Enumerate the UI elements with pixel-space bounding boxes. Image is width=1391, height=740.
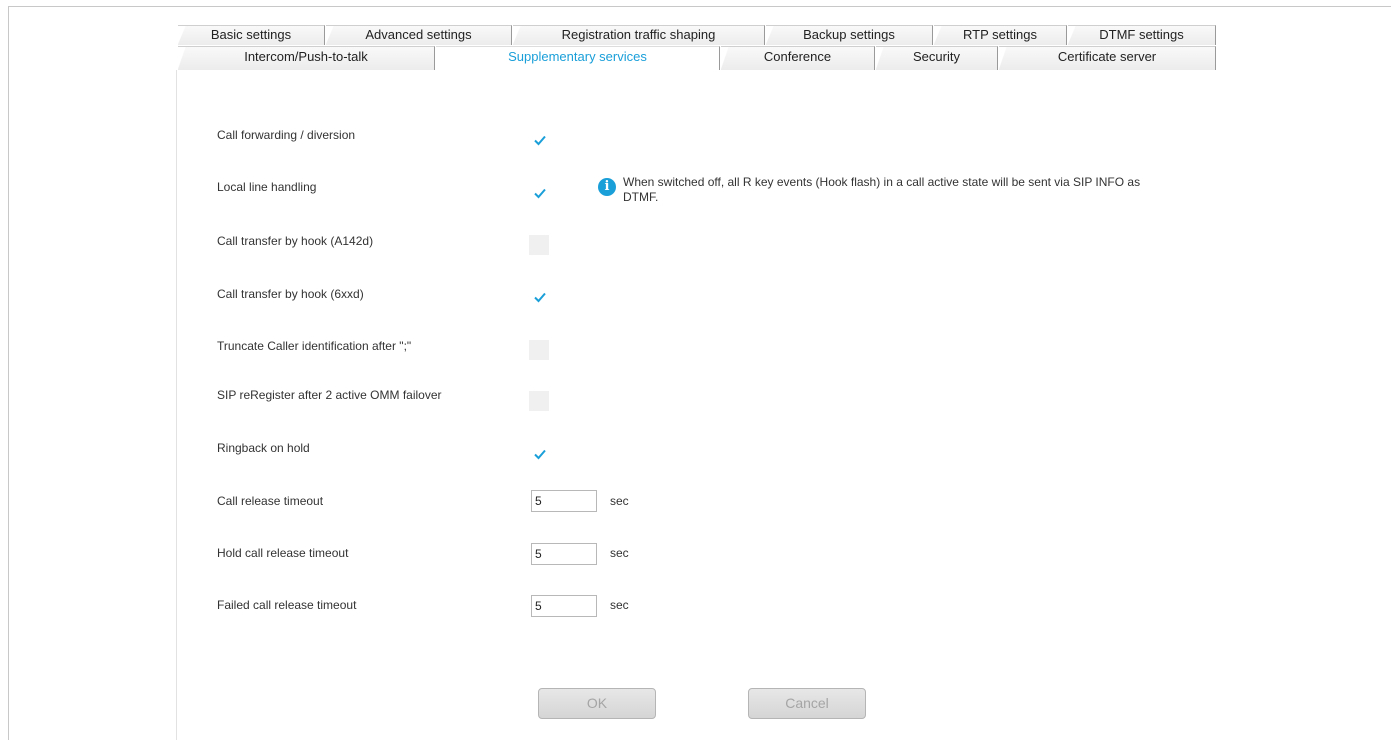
tab-backup-settings[interactable]: Backup settings: [766, 25, 933, 45]
checkmark-icon: [534, 292, 546, 303]
ringback-on-hold-label: Ringback on hold: [217, 441, 310, 455]
checkmark-icon: [534, 449, 546, 460]
call-forwarding-checkbox[interactable]: [529, 130, 549, 150]
hold-call-release-timeout-label: Hold call release timeout: [217, 546, 349, 560]
call-release-timeout-label: Call release timeout: [217, 494, 324, 508]
ok-button[interactable]: OK: [538, 688, 656, 719]
failed-call-release-timeout-input[interactable]: [531, 595, 597, 617]
info-icon: i: [598, 178, 616, 196]
local-line-handling-checkbox[interactable]: [529, 183, 549, 203]
local-line-handling-label: Local line handling: [217, 180, 317, 194]
call-release-timeout-unit: sec: [610, 494, 629, 508]
tab-basic-settings[interactable]: Basic settings: [178, 25, 325, 45]
tab-rtp-settings[interactable]: RTP settings: [934, 25, 1067, 45]
truncate-caller-id-checkbox[interactable]: [529, 340, 549, 360]
tab-certificate-server[interactable]: Certificate server: [999, 46, 1216, 70]
cancel-button[interactable]: Cancel: [748, 688, 866, 719]
frame-top-border: [8, 6, 1391, 7]
call-release-timeout-input[interactable]: [531, 490, 597, 512]
call-transfer-a142d-label: Call transfer by hook (A142d): [217, 234, 374, 248]
panel-left-border: [176, 70, 177, 740]
tab-conference[interactable]: Conference: [721, 46, 875, 70]
tab-supplementary-services[interactable]: Supplementary services: [436, 46, 720, 70]
tab-registration-traffic-shaping[interactable]: Registration traffic shaping: [513, 25, 765, 45]
tab-security[interactable]: Security: [876, 46, 998, 70]
checkmark-icon: [534, 188, 546, 199]
frame-left-border: [8, 6, 9, 740]
tab-advanced-settings[interactable]: Advanced settings: [326, 25, 512, 45]
tab-intercom-push-to-talk[interactable]: Intercom/Push-to-talk: [178, 46, 435, 70]
ringback-on-hold-checkbox[interactable]: [529, 444, 549, 464]
tab-dtmf-settings[interactable]: DTMF settings: [1068, 25, 1216, 45]
checkmark-icon: [534, 135, 546, 146]
call-forwarding-label: Call forwarding / diversion: [217, 128, 356, 142]
truncate-caller-id-label: Truncate Caller identification after ";": [217, 339, 412, 353]
call-transfer-6xxd-label: Call transfer by hook (6xxd): [217, 287, 364, 301]
info-note: When switched off, all R key events (Hoo…: [623, 175, 1141, 204]
call-transfer-a142d-checkbox[interactable]: [529, 235, 549, 255]
call-transfer-6xxd-checkbox[interactable]: [529, 287, 549, 307]
hold-call-release-timeout-input[interactable]: [531, 543, 597, 565]
sip-reregister-checkbox[interactable]: [529, 391, 549, 411]
sip-reregister-label: SIP reRegister after 2 active OMM failov…: [217, 388, 442, 402]
failed-call-release-timeout-unit: sec: [610, 598, 629, 612]
failed-call-release-timeout-label: Failed call release timeout: [217, 598, 357, 612]
hold-call-release-timeout-unit: sec: [610, 546, 629, 560]
